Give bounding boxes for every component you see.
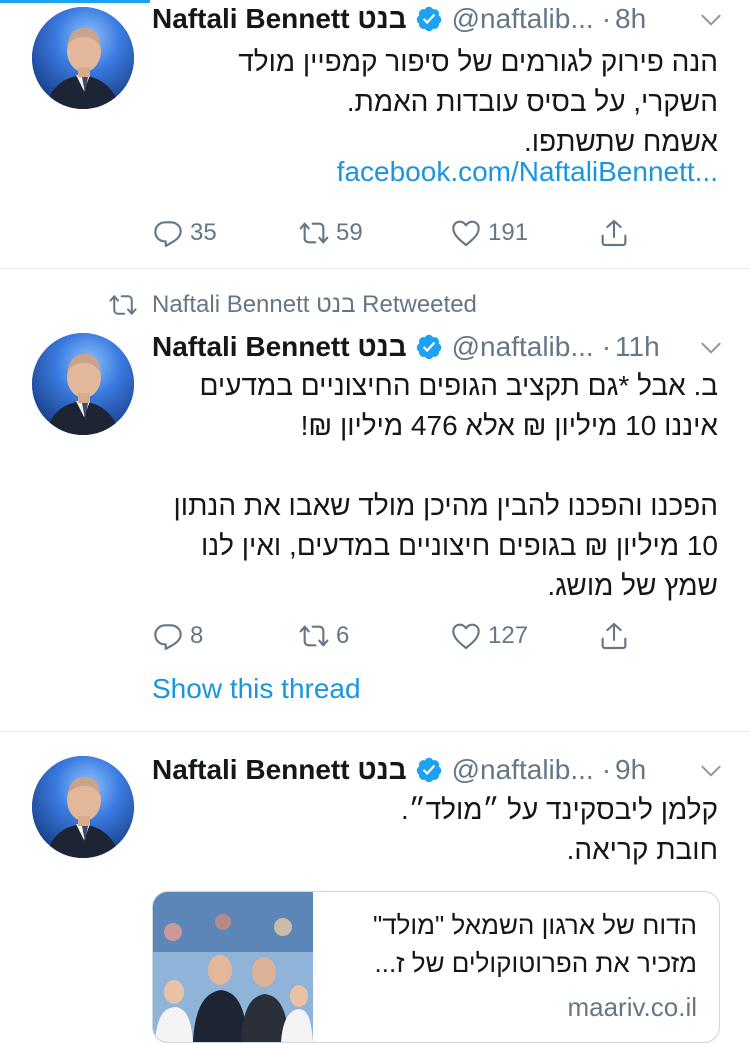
separator-dot: · — [601, 754, 612, 785]
like-icon — [450, 620, 482, 652]
separator-dot: · — [601, 331, 612, 362]
chevron-down-icon[interactable] — [698, 7, 724, 33]
reply-button[interactable]: 8 — [152, 616, 203, 656]
avatar-photo — [32, 333, 134, 435]
retweet-count: 6 — [336, 622, 350, 649]
reply-icon — [152, 217, 184, 249]
handle[interactable]: @naftalib... — [452, 3, 594, 35]
like-count: 191 — [488, 219, 529, 246]
share-icon — [598, 620, 630, 652]
display-name[interactable]: Naftali Bennett בנט — [152, 754, 407, 786]
retweet-button[interactable]: 6 — [298, 616, 349, 656]
retweeted-by-text: Naftali Bennett בנט Retweeted — [152, 291, 477, 318]
reply-button[interactable]: 35 — [152, 213, 217, 253]
verified-badge-icon — [415, 333, 443, 361]
display-name[interactable]: Naftali Bennett בנט — [152, 3, 407, 35]
tweet-link[interactable]: facebook.com/NaftaliBennett... — [337, 156, 718, 188]
avatar-photo — [32, 7, 134, 109]
chevron-down-icon[interactable] — [698, 335, 724, 361]
card-thumbnail-image — [153, 892, 313, 1042]
handle[interactable]: @naftalib... — [452, 754, 594, 786]
chevron-down-icon[interactable] — [698, 758, 724, 784]
tweet-actions: 35 59 191 — [152, 213, 642, 253]
link-preview-card[interactable]: הדוח של ארגון השמאל "מולד" מזכיר את הפרו… — [152, 891, 720, 1043]
tweet-actions: 8 6 127 — [152, 616, 642, 656]
verified-badge-icon — [415, 5, 443, 33]
tweet-header: Naftali Bennett בנט @naftalib... · 11h — [152, 329, 724, 365]
timestamp[interactable]: 9h — [615, 754, 646, 786]
card-title: הדוח של ארגון השמאל "מולד" מזכיר את הפרו… — [373, 910, 697, 978]
share-icon — [598, 217, 630, 249]
reply-icon — [152, 620, 184, 652]
verified-badge-icon — [415, 756, 443, 784]
divider — [0, 268, 750, 269]
like-button[interactable]: 127 — [450, 616, 528, 656]
retweeted-label: Naftali Bennett בנט Retweeted — [108, 290, 477, 320]
like-button[interactable]: 191 — [450, 213, 528, 253]
show-thread-link[interactable]: Show this thread — [152, 673, 361, 705]
reply-count: 35 — [190, 219, 217, 246]
timestamp[interactable]: 11h — [615, 331, 660, 363]
retweet-icon — [298, 620, 330, 652]
tweet-header: Naftali Bennett בנט @naftalib... · 8h — [152, 1, 724, 37]
tweet-text: הנה פירוק לגורמים של סיפור קמפיין מולד ה… — [238, 46, 718, 157]
like-count: 127 — [488, 622, 529, 649]
display-name[interactable]: Naftali Bennett בנט — [152, 331, 407, 363]
retweet-count: 59 — [336, 219, 363, 246]
tweet-text: ב. אבל *גם תקציב הגופים החיצוניים במדעים… — [173, 370, 718, 601]
like-icon — [450, 217, 482, 249]
avatar[interactable] — [32, 7, 134, 109]
share-button[interactable] — [598, 213, 636, 253]
card-domain: maariv.co.il — [567, 992, 697, 1022]
reply-count: 8 — [190, 622, 204, 649]
retweet-icon — [298, 217, 330, 249]
avatar-photo — [32, 756, 134, 858]
tweet-text: קלמן ליבסקינד על ״מולד״. חובת קריאה. — [400, 794, 718, 865]
loading-progress-bar — [0, 0, 150, 3]
avatar[interactable] — [32, 333, 134, 435]
avatar[interactable] — [32, 756, 134, 858]
separator-dot: · — [601, 3, 612, 34]
timestamp[interactable]: 8h — [615, 3, 646, 35]
share-button[interactable] — [598, 616, 636, 656]
retweet-icon — [108, 290, 138, 320]
tweet-header: Naftali Bennett בנט @naftalib... · 9h — [152, 752, 724, 788]
divider — [0, 731, 750, 732]
retweet-button[interactable]: 59 — [298, 213, 363, 253]
handle[interactable]: @naftalib... — [452, 331, 594, 363]
